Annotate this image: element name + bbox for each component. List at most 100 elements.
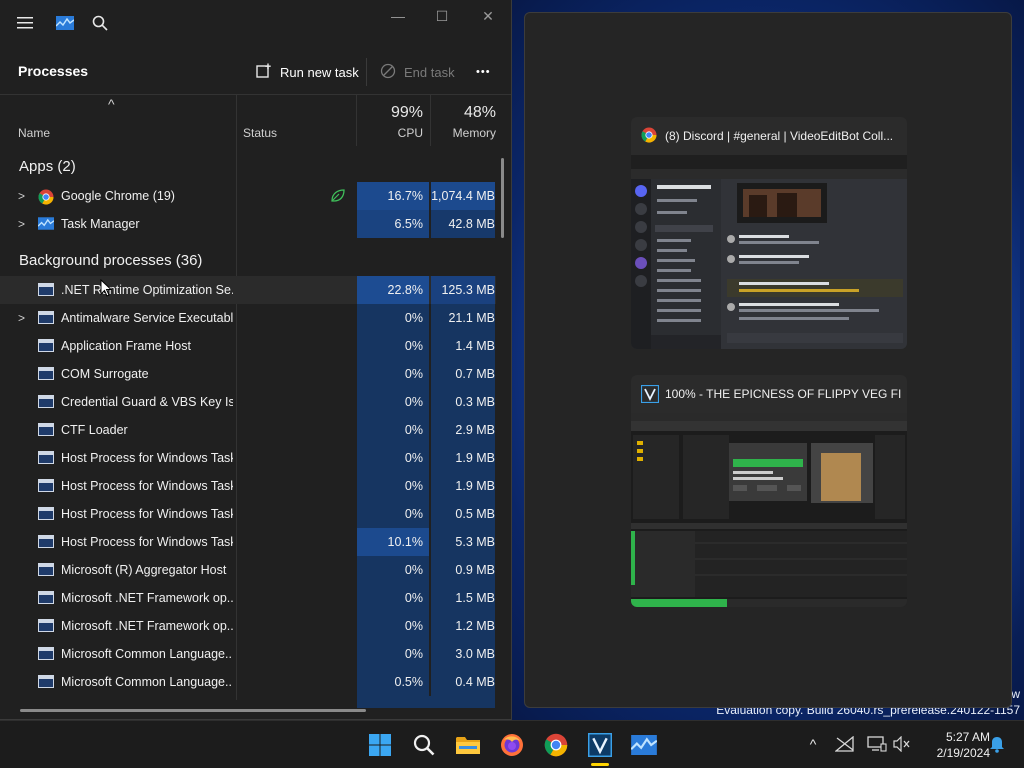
table-row[interactable]: Host Process for Windows Tasks 0% 0.5 MB [0,500,496,528]
file-explorer-icon[interactable] [452,729,484,761]
app-window-icon [38,311,54,325]
column-cpu[interactable]: CPU [360,126,423,140]
expand-chevron-icon[interactable]: > [18,311,30,325]
expand-chevron-icon[interactable] [18,395,30,409]
table-row[interactable]: Credential Guard & VBS Key Is... 0% 0.3 … [0,388,496,416]
memory-value: 1,074.4 MB [431,182,495,210]
vegas-icon[interactable] [584,729,616,761]
expand-chevron-icon[interactable] [18,675,30,689]
table-row[interactable]: COM Surrogate 0% 0.7 MB [0,360,496,388]
expand-chevron-icon[interactable] [18,367,30,381]
end-task-button[interactable]: End task [380,60,455,84]
memory-value: 2.9 MB [431,416,495,444]
heat-cell-overflow [357,696,495,708]
task-manager-icon[interactable] [628,729,660,761]
cpu-value: 0.5% [357,668,429,696]
table-row[interactable]: > Antimalware Service Executable 0% 21.1… [0,304,496,332]
table-row[interactable]: Host Process for Windows Tasks 0% 1.9 MB [0,444,496,472]
expand-chevron-icon[interactable] [18,563,30,577]
process-name: Host Process for Windows Tasks [61,507,233,521]
table-row[interactable]: Host Process for Windows Tasks 0% 1.9 MB [0,472,496,500]
table-row[interactable]: Microsoft Common Language... 0.5% 0.4 MB [0,668,496,696]
chrome-icon[interactable] [540,729,572,761]
memory-value: 0.5 MB [431,500,495,528]
expand-chevron-icon[interactable] [18,591,30,605]
column-header: ^ Name Status 99% CPU 48% Memory [0,94,511,146]
memory-value: 1.2 MB [431,612,495,640]
memory-value: 0.9 MB [431,556,495,584]
task-manager-icon [37,217,55,231]
table-row[interactable]: Host Process for Windows Tasks 10.1% 5.3… [0,528,496,556]
process-name: Microsoft .NET Framework op... [61,591,233,605]
firefox-icon[interactable] [496,729,528,761]
clock-date: 2/19/2024 [936,746,990,760]
task-manager-app-icon [55,13,75,33]
table-row[interactable]: Microsoft (R) Aggregator Host 0% 0.9 MB [0,556,496,584]
app-window-icon [38,479,54,493]
expand-chevron-icon[interactable] [18,619,30,633]
process-name: .NET Runtime Optimization Se... [61,283,233,297]
expand-chevron-icon[interactable] [18,507,30,521]
process-name: Microsoft .NET Framework op... [61,619,233,633]
app-window-icon [38,423,54,437]
cpu-value: 0% [357,556,429,584]
mouse-cursor-icon [100,278,113,302]
thumbnail-title: 100% - THE EPICNESS OF FLIPPY VEG FIL... [665,387,901,401]
end-task-label: End task [404,64,455,80]
more-options-button[interactable]: ••• [476,60,491,84]
table-row[interactable]: Microsoft Common Language... 0% 3.0 MB [0,640,496,668]
memory-value: 125.3 MB [431,276,495,304]
search-icon[interactable] [90,13,110,33]
vertical-scrollbar[interactable] [501,158,504,238]
network-disconnected-icon[interactable] [834,733,856,755]
column-name[interactable]: Name [18,126,50,140]
memory-value: 5.3 MB [431,528,495,556]
table-row[interactable]: .NET Runtime Optimization Se... 22.8% 12… [0,276,496,304]
window-thumbnail-discord[interactable]: (8) Discord | #general | VideoEditBot Co… [631,117,907,349]
expand-chevron-icon[interactable]: > [18,217,30,231]
taskbar: ^ 5:27 AM 2/19/2024 [0,720,1024,768]
expand-chevron-icon[interactable] [18,339,30,353]
horizontal-scrollbar[interactable] [20,709,366,712]
memory-total-percent: 48% [463,104,496,121]
expand-chevron-icon[interactable] [18,423,30,437]
table-row[interactable]: CTF Loader 0% 2.9 MB [0,416,496,444]
table-row[interactable]: > Task Manager 6.5% 42.8 MB [0,210,496,238]
maximize-button[interactable]: ☐ [419,4,465,28]
close-button[interactable]: ✕ [465,4,511,28]
memory-value: 1.5 MB [431,584,495,612]
search-icon[interactable] [408,729,440,761]
table-row[interactable]: Microsoft .NET Framework op... 0% 1.2 MB [0,612,496,640]
table-row[interactable]: Microsoft .NET Framework op... 0% 1.5 MB [0,584,496,612]
system-clock[interactable]: 5:27 AM 2/19/2024 [920,729,990,761]
cpu-value: 0% [357,612,429,640]
app-window-icon [38,619,54,633]
minimize-button[interactable]: — [375,4,421,28]
expand-chevron-icon[interactable] [18,535,30,549]
expand-chevron-icon[interactable] [18,479,30,493]
command-separator [366,58,367,86]
expand-chevron-icon[interactable]: > [18,189,30,203]
column-memory[interactable]: Memory [434,126,496,140]
expand-chevron-icon[interactable] [18,283,30,297]
column-status[interactable]: Status [243,126,277,140]
show-hidden-icons-button[interactable]: ^ [802,733,824,755]
app-window-icon [38,395,54,409]
sort-arrow-icon[interactable]: ^ [108,96,115,112]
start-icon[interactable] [364,729,396,761]
volume-muted-icon[interactable] [891,733,913,755]
command-bar: Processes Run new task End task ••• [0,52,511,92]
expand-chevron-icon[interactable] [18,647,30,661]
expand-chevron-icon[interactable] [18,451,30,465]
app-window-icon [38,647,54,661]
hamburger-menu-icon[interactable] [15,13,35,33]
window-thumbnail-vegas[interactable]: 100% - THE EPICNESS OF FLIPPY VEG FIL... [631,375,907,607]
table-row[interactable]: Application Frame Host 0% 1.4 MB [0,332,496,360]
thumbnail-title: (8) Discord | #general | VideoEditBot Co… [665,129,894,143]
display-icon[interactable] [866,733,888,755]
vegas-preview [631,413,907,607]
table-row[interactable]: > Google Chrome (19) 16.7% 1,074.4 MB [0,182,496,210]
run-new-task-button[interactable]: Run new task [256,60,359,84]
memory-value: 1.4 MB [431,332,495,360]
notification-bell-icon[interactable] [986,733,1008,755]
